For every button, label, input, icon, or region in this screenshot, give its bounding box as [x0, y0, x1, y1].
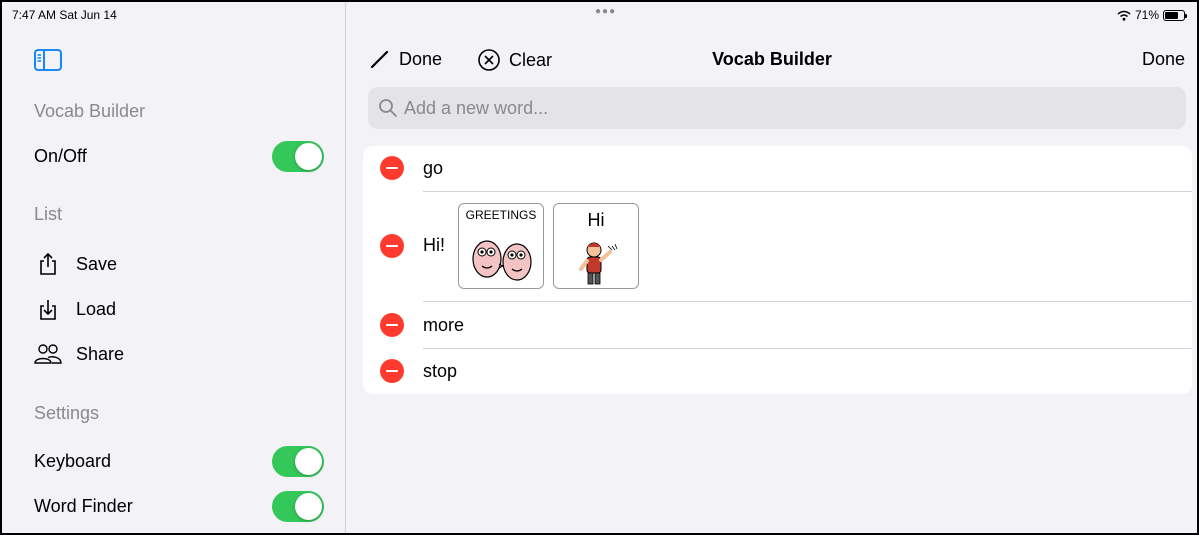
delete-circle-icon[interactable] [380, 359, 404, 383]
sidebar-toggle-icon[interactable] [34, 49, 62, 71]
list-item[interactable]: go [363, 146, 1192, 191]
word-list: go Hi! GREETINGS Hi more stop [363, 146, 1192, 394]
save-label: Save [76, 253, 118, 274]
load-button[interactable]: Load [34, 293, 324, 325]
status-time: 7:47 AM Sat Jun 14 [12, 8, 117, 22]
wifi-icon [1117, 10, 1131, 21]
done-button[interactable]: Done [1142, 49, 1185, 70]
on-off-toggle[interactable] [272, 140, 324, 172]
greetings-faces-icon [472, 240, 532, 281]
load-label: Load [76, 298, 117, 319]
battery-percent: 71% [1134, 8, 1159, 22]
status-bar: 7:47 AM Sat Jun 14 [2, 2, 345, 28]
keyboard-row: Keyboard [34, 445, 324, 477]
search-placeholder: Add a new word... [404, 97, 549, 118]
list-item[interactable]: more [363, 302, 1192, 348]
symbol-card-greetings[interactable]: GREETINGS [458, 203, 544, 289]
section-header-settings: Settings [34, 403, 100, 423]
waving-person-icon [579, 242, 618, 285]
app-window: 7:47 AM Sat Jun 14 Vocab Builder On/Off … [0, 0, 1199, 535]
on-off-row: On/Off [34, 140, 324, 172]
sidebar: 7:47 AM Sat Jun 14 Vocab Builder On/Off … [2, 2, 346, 533]
word-text: go [423, 158, 444, 178]
search-icon [379, 99, 397, 117]
multitask-dots-icon[interactable]: ●●● [595, 6, 616, 17]
word-text: Hi! [423, 235, 445, 255]
word-finder-toggle[interactable] [272, 490, 324, 522]
battery-icon [1163, 9, 1187, 21]
keyboard-toggle[interactable] [272, 445, 324, 477]
save-button[interactable]: Save [34, 248, 324, 280]
on-off-label: On/Off [34, 145, 87, 166]
add-word-search-field[interactable]: Add a new word... [368, 87, 1186, 129]
status-bar-right: ●●● 71% [347, 2, 1197, 28]
delete-circle-icon[interactable] [380, 156, 404, 180]
symbol-card-hi[interactable]: Hi [553, 203, 639, 289]
word-text: more [423, 315, 465, 335]
section-header-vocab-builder: Vocab Builder [34, 101, 146, 121]
delete-circle-icon[interactable] [380, 313, 404, 337]
download-tray-icon [34, 297, 62, 321]
word-finder-label: Word Finder [34, 495, 133, 516]
share-button[interactable]: Share [34, 338, 324, 370]
people-icon [34, 342, 62, 366]
page-title: Vocab Builder [712, 49, 832, 69]
section-header-list: List [34, 204, 63, 224]
delete-circle-icon[interactable] [380, 234, 404, 258]
status-indicators: 71% [1117, 8, 1187, 22]
list-item[interactable]: stop [363, 349, 1192, 394]
word-text: stop [423, 361, 458, 381]
keyboard-label: Keyboard [34, 450, 112, 471]
main-panel: ●●● 71% Done Clear Vocab Builder Done Ad… [347, 2, 1197, 533]
word-finder-row: Word Finder [34, 490, 324, 522]
list-item[interactable]: Hi! GREETINGS Hi [363, 192, 1192, 301]
share-label: Share [76, 343, 125, 364]
share-upload-icon [34, 252, 62, 276]
